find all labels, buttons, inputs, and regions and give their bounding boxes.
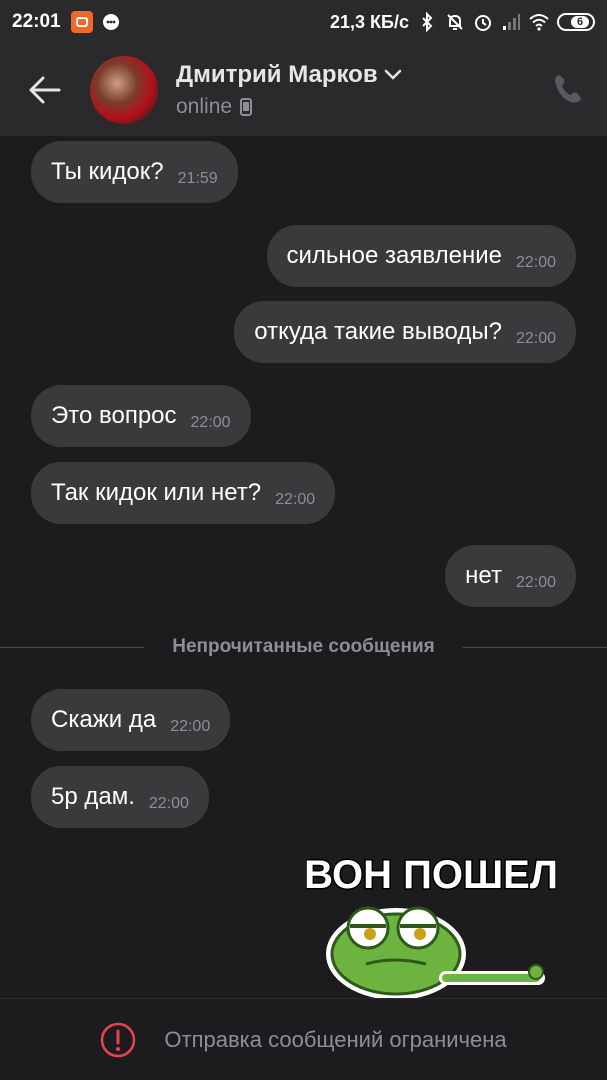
phone-icon[interactable]	[551, 72, 585, 106]
chat-header: Дмитрий Марков online	[0, 44, 607, 136]
message-time: 22:00	[515, 330, 556, 347]
message-time: 22:00	[170, 718, 211, 735]
status-time: 22:01	[12, 11, 61, 32]
back-arrow-icon	[29, 76, 61, 104]
alert-circle-icon	[101, 1022, 136, 1057]
network-speed: 21,3 КБ/с	[330, 11, 409, 32]
divider-line	[462, 646, 607, 648]
bluetooth-icon	[422, 12, 433, 32]
message-time: 22:00	[515, 574, 556, 591]
mute-icon	[447, 14, 463, 30]
wifi-icon	[529, 14, 549, 31]
chat-notification-icon	[102, 14, 119, 30]
status-bar: 22:01 21,3 КБ/с 6	[0, 0, 607, 44]
message-bubble-incoming[interactable]: 5р дам. 22:00	[31, 766, 209, 828]
message-text: сильное заявление	[286, 242, 502, 269]
message-bubble-incoming[interactable]: Так кидок или нет? 22:00	[31, 462, 336, 524]
presence-status: online	[176, 95, 233, 118]
frog-sticker[interactable]: ВОН ПОШЕЛ	[306, 836, 556, 998]
sticker-caption: ВОН ПОШЕЛ	[306, 853, 556, 897]
contact-info[interactable]: Дмитрий Марков online	[176, 61, 402, 119]
app-notification-icon	[70, 11, 93, 33]
message-time: 21:59	[177, 170, 218, 187]
message-bubble-incoming[interactable]: Скажи да 22:00	[31, 689, 231, 751]
message-text: Ты кидок?	[51, 158, 164, 185]
chevron-down-icon	[384, 69, 401, 80]
message-bubble-outgoing[interactable]: сильное заявление 22:00	[266, 225, 576, 287]
message-text: 5р дам.	[51, 783, 135, 810]
message-bubble-outgoing[interactable]: откуда такие выводы? 22:00	[234, 301, 576, 363]
battery-level: 6	[571, 16, 589, 28]
battery-icon: 6	[557, 13, 595, 31]
message-time: 22:00	[515, 254, 556, 271]
message-text: нет	[465, 562, 502, 589]
message-time: 22:00	[190, 414, 231, 431]
message-bubble-incoming[interactable]: Это вопрос 22:00	[31, 385, 251, 447]
alarm-icon	[475, 15, 491, 31]
message-time: 22:00	[148, 795, 189, 812]
message-text: откуда такие выводы?	[254, 318, 502, 345]
message-time: 22:00	[275, 491, 316, 508]
divider-line	[0, 646, 145, 648]
message-bubble-incoming[interactable]: Ты кидок? 21:59	[31, 141, 238, 203]
message-bubble-outgoing[interactable]: нет 22:00	[445, 545, 576, 607]
message-text: Так кидок или нет?	[51, 479, 262, 506]
unread-divider-label: Непрочитанные сообщения	[172, 636, 435, 657]
unread-divider: Непрочитанные сообщения	[0, 632, 607, 662]
message-list: Ты кидок? 21:59 сильное заявление 22:00 …	[0, 136, 607, 998]
message-text: Это вопрос	[51, 402, 177, 429]
mobile-device-icon	[240, 98, 253, 116]
messaging-restricted-bar: Отправка сообщений ограничена	[0, 998, 607, 1080]
restriction-notice: Отправка сообщений ограничена	[164, 1026, 507, 1052]
avatar[interactable]	[90, 56, 158, 124]
message-text: Скажи да	[51, 706, 157, 733]
signal-icon	[503, 14, 520, 30]
back-button[interactable]	[10, 44, 80, 136]
contact-name: Дмитрий Марков	[176, 61, 378, 88]
